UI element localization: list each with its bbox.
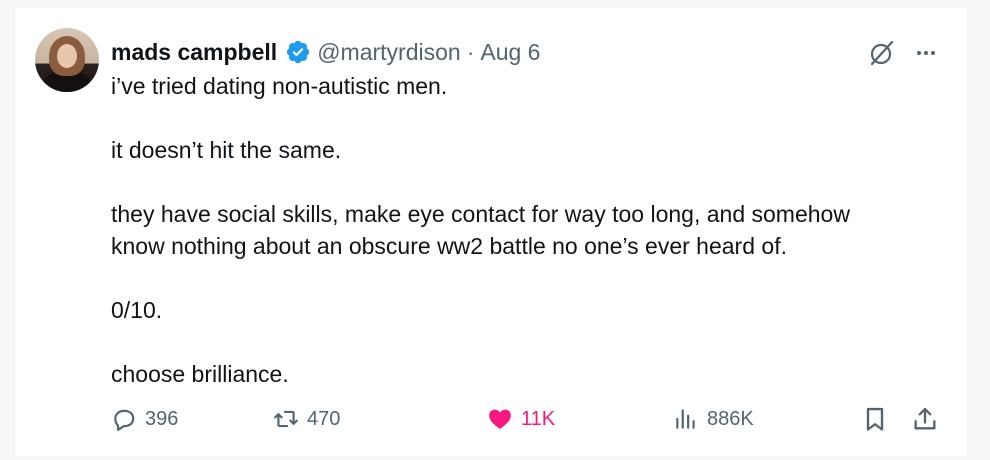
reply-button[interactable]: 396 [111, 404, 178, 434]
more-dot [931, 51, 935, 55]
grok-icon[interactable] [867, 38, 897, 68]
tweet-line: know nothing about an obscure ww2 battle… [111, 233, 787, 259]
tweet-line: choose brilliance. [111, 361, 289, 387]
like-icon [489, 409, 511, 429]
tweet-line: it doesn’t hit the same. [111, 137, 342, 163]
reply-icon [114, 409, 135, 431]
more-icon[interactable] [911, 38, 941, 68]
action-bar: 396 470 11K 886K [111, 404, 941, 434]
avatar-face [57, 44, 77, 68]
tweet-date[interactable]: Aug 6 [480, 36, 540, 68]
views-count: 886K [707, 407, 754, 430]
verified-badge-icon[interactable] [285, 39, 311, 65]
avatar[interactable] [35, 28, 99, 92]
share-icon [914, 407, 936, 430]
more-dot [924, 51, 928, 55]
handle[interactable]: @martyrdison [317, 36, 461, 68]
tweet-line: 0/10. [111, 297, 163, 323]
tweet-header: mads campbell @martyrdison · Aug 6 [111, 36, 540, 68]
views-icon [676, 409, 695, 429]
share-button[interactable] [911, 404, 939, 434]
repost-button[interactable]: 470 [273, 404, 340, 434]
repost-count: 470 [307, 407, 341, 430]
more-dot [917, 51, 921, 55]
tweet-text: i’ve tried dating non-autistic men. it d… [111, 70, 931, 390]
tweet-line: they have social skills, make eye contac… [111, 201, 850, 227]
views-button[interactable]: 886K [673, 404, 754, 434]
bookmark-icon [866, 407, 884, 431]
like-count: 11K [521, 407, 556, 430]
like-button[interactable]: 11K [487, 404, 555, 434]
reply-count: 396 [145, 407, 179, 430]
display-name[interactable]: mads campbell [111, 36, 277, 68]
repost-icon [274, 410, 298, 428]
separator-dot: · [466, 39, 475, 65]
tweet-card[interactable]: mads campbell @martyrdison · Aug 6 i’ve … [14, 8, 968, 456]
tweet-line: i’ve tried dating non-autistic men. [111, 73, 448, 99]
bookmark-button[interactable] [861, 404, 889, 434]
